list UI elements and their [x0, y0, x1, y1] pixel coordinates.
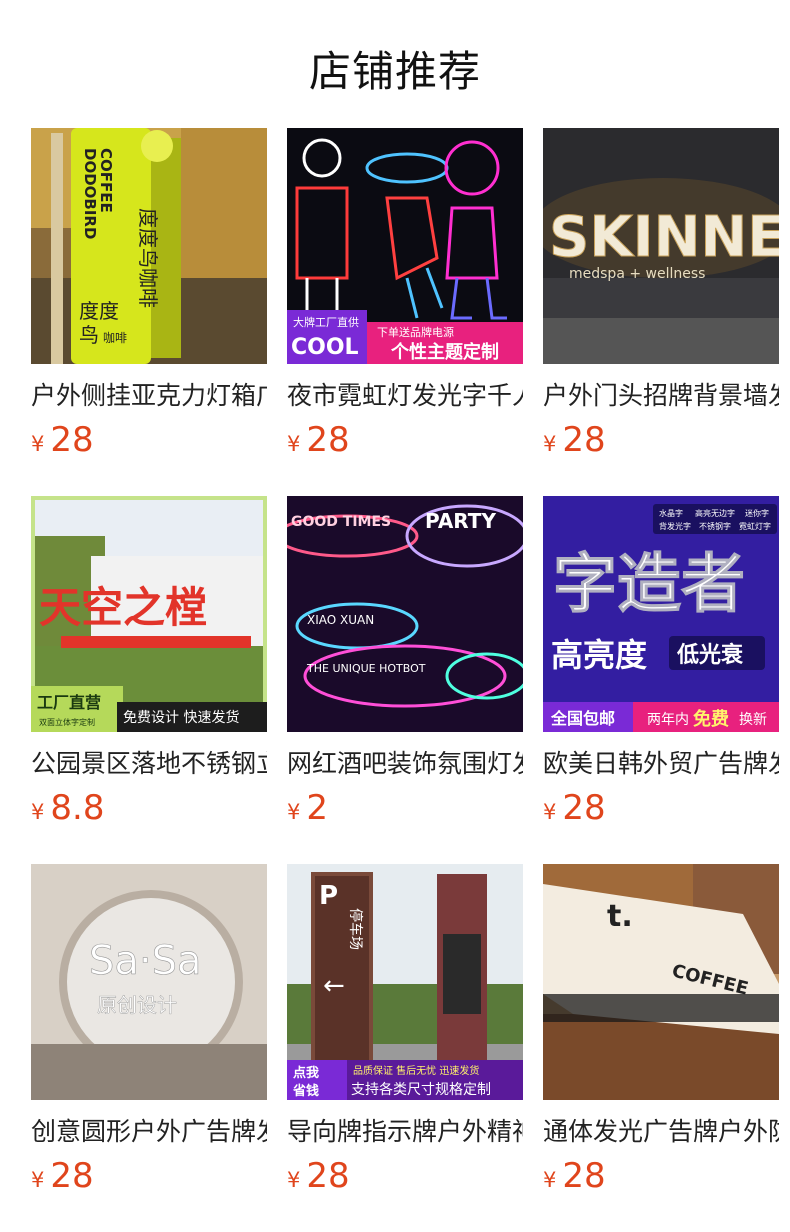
product-image[interactable]: t. COFFEE: [543, 864, 779, 1100]
svg-text:←: ←: [323, 971, 345, 1001]
image-brand-text: SKINNEY: [549, 205, 779, 270]
image-cn-text: 度度鸟咖啡: [136, 208, 160, 308]
image-c2-text: 支持各类尺寸规格定制: [351, 1082, 491, 1098]
image-tag2-text: COOL: [291, 335, 359, 360]
svg-text:背发光字: 背发光字: [659, 521, 691, 531]
neon-sign-photo: 大牌工厂直供 COOL 下单送品牌电源 个性主题定制: [287, 128, 523, 364]
backlit-letters-photo: SKINNEY medspa + wellness: [543, 128, 779, 364]
product-image[interactable]: DODOBIRD COFFEE 度度鸟咖啡 度度 鸟 咖啡: [31, 128, 267, 364]
product-price: ¥28: [287, 1156, 350, 1196]
currency-symbol: ¥: [31, 1168, 45, 1192]
product-name[interactable]: 公园景区落地不锈钢立体字: [31, 746, 267, 782]
image-f1-text: 全国包邮: [550, 709, 615, 728]
svg-text:水晶字: 水晶字: [659, 508, 683, 518]
product-image[interactable]: SKINNEY medspa + wellness: [543, 128, 779, 364]
product-name[interactable]: 欧美日韩外贸广告牌发光字: [543, 746, 779, 782]
product-name[interactable]: 网红酒吧装饰氛围灯发光字: [287, 746, 523, 782]
currency-symbol: ¥: [543, 432, 557, 456]
product-name[interactable]: 户外侧挂亚克力灯箱广告牌: [31, 378, 267, 414]
product-grid: DODOBIRD COFFEE 度度鸟咖啡 度度 鸟 咖啡 户外侧挂亚克力灯箱广…: [0, 0, 790, 1232]
image-park-text: 停车场: [347, 908, 364, 950]
currency-symbol: ¥: [31, 800, 45, 824]
currency-symbol: ¥: [543, 1168, 557, 1192]
image-f2-text: 两年内: [647, 712, 689, 728]
image-big-text: 字造者: [553, 548, 745, 622]
product-image[interactable]: P 停车场 ← 点我 省钱 品质保证 售后无忧 迅速发货 支持各类尺寸规格定制: [287, 864, 523, 1100]
park-sign-photo: 天空之樘 工厂直营 双面立体字定制 免费设计 快速发货: [31, 496, 267, 732]
image-t4-text: THE UNIQUE HOTBOT: [306, 662, 426, 675]
image-promo-text: 免费设计 快速发货: [123, 709, 239, 726]
currency-symbol: ¥: [287, 800, 301, 824]
price-value: 2: [306, 788, 329, 828]
product-image[interactable]: 天空之樘 工厂直营 双面立体字定制 免费设计 快速发货: [31, 496, 267, 732]
image-sign-text: 天空之樘: [39, 583, 207, 632]
price-value: 28: [562, 420, 606, 460]
product-price: ¥28: [543, 420, 606, 460]
image-t1-text: GOOD TIMES: [291, 514, 391, 530]
image-tag-text: 大牌工厂直供: [293, 315, 359, 329]
product-name[interactable]: 夜市霓虹灯发光字千人千面: [287, 378, 523, 414]
price-value: 28: [562, 788, 606, 828]
image-f4-text: 换新: [739, 711, 767, 728]
image-promo2-text: 个性主题定制: [390, 341, 499, 363]
image-brand-text: DODOBIRD: [81, 148, 99, 239]
currency-symbol: ¥: [287, 432, 301, 456]
image-b1-text: 高亮度: [551, 636, 647, 674]
product-name[interactable]: 通体发光广告牌户外防水灯箱: [543, 1114, 779, 1150]
product-price: ¥2: [287, 788, 328, 828]
image-promo-text: 下单送品牌电源: [377, 325, 454, 339]
letters-ad-photo: 水晶字 高亮无边字 迷你字 背发光字 不锈钢字 霓虹灯字 字造者 高亮度 低光衰…: [543, 496, 779, 732]
image-tag-sub-text: 双面立体字定制: [39, 717, 95, 727]
svg-text:迷你字: 迷你字: [745, 508, 769, 518]
image-cn-small3: 咖啡: [103, 330, 127, 345]
image-t3-text: XIAO XUAN: [307, 613, 374, 627]
product-price: ¥28: [31, 1156, 94, 1196]
currency-symbol: ¥: [287, 1168, 301, 1192]
product-price: ¥28: [543, 788, 606, 828]
image-cn-small: 度度: [79, 299, 119, 323]
product-image[interactable]: GOOD TIMES PARTY XIAO XUAN THE UNIQUE HO…: [287, 496, 523, 732]
currency-symbol: ¥: [31, 432, 45, 456]
svg-text:高亮无边字: 高亮无边字: [695, 508, 735, 518]
price-value: 8.8: [50, 788, 105, 828]
image-b1-text: 点我: [293, 1065, 319, 1081]
image-cn-small2: 鸟: [79, 323, 99, 347]
price-value: 28: [562, 1156, 606, 1196]
product-price: ¥8.8: [31, 788, 104, 828]
image-f3-text: 免费: [693, 708, 729, 730]
product-name[interactable]: 创意圆形户外广告牌发光字: [31, 1114, 267, 1150]
round-sign-photo: Sa·Sa 原创设计: [31, 864, 267, 1100]
lightbox-coffee-photo: t. COFFEE: [543, 864, 779, 1100]
image-c1-text: 品质保证 售后无忧 迅速发货: [353, 1064, 479, 1077]
price-value: 28: [50, 1156, 94, 1196]
image-sub-text: medspa + wellness: [569, 266, 705, 282]
image-b2-text: 省钱: [292, 1083, 319, 1099]
price-value: 28: [50, 420, 94, 460]
svg-text:不锈钢字: 不锈钢字: [699, 521, 731, 531]
acrylic-lightbox-photo: DODOBIRD COFFEE 度度鸟咖啡 度度 鸟 咖啡: [31, 128, 267, 364]
product-image[interactable]: 大牌工厂直供 COOL 下单送品牌电源 个性主题定制: [287, 128, 523, 364]
image-b2-text: 低光衰: [676, 642, 744, 668]
image-sub-text: 原创设计: [97, 993, 177, 1017]
product-price: ¥28: [543, 1156, 606, 1196]
product-image[interactable]: 水晶字 高亮无边字 迷你字 背发光字 不锈钢字 霓虹灯字 字造者 高亮度 低光衰…: [543, 496, 779, 732]
product-name[interactable]: 户外门头招牌背景墙发光字: [543, 378, 779, 414]
image-sub-text: COFFEE: [97, 148, 115, 213]
svg-text:霓虹灯字: 霓虹灯字: [739, 521, 771, 531]
image-t2-text: PARTY: [425, 509, 496, 533]
product-image[interactable]: Sa·Sa 原创设计: [31, 864, 267, 1100]
product-name[interactable]: 导向牌指示牌户外精神堡垒: [287, 1114, 523, 1150]
price-value: 28: [306, 1156, 350, 1196]
bar-neon-photo: GOOD TIMES PARTY XIAO XUAN THE UNIQUE HO…: [287, 496, 523, 732]
image-logo-text: t.: [607, 899, 633, 934]
product-price: ¥28: [31, 420, 94, 460]
currency-symbol: ¥: [543, 800, 557, 824]
image-p-text: P: [319, 881, 338, 911]
wayfinding-sign-photo: P 停车场 ← 点我 省钱 品质保证 售后无忧 迅速发货 支持各类尺寸规格定制: [287, 864, 523, 1100]
image-tag-text: 工厂直营: [37, 693, 101, 712]
product-price: ¥28: [287, 420, 350, 460]
image-brand-text: Sa·Sa: [89, 938, 202, 984]
price-value: 28: [306, 420, 350, 460]
